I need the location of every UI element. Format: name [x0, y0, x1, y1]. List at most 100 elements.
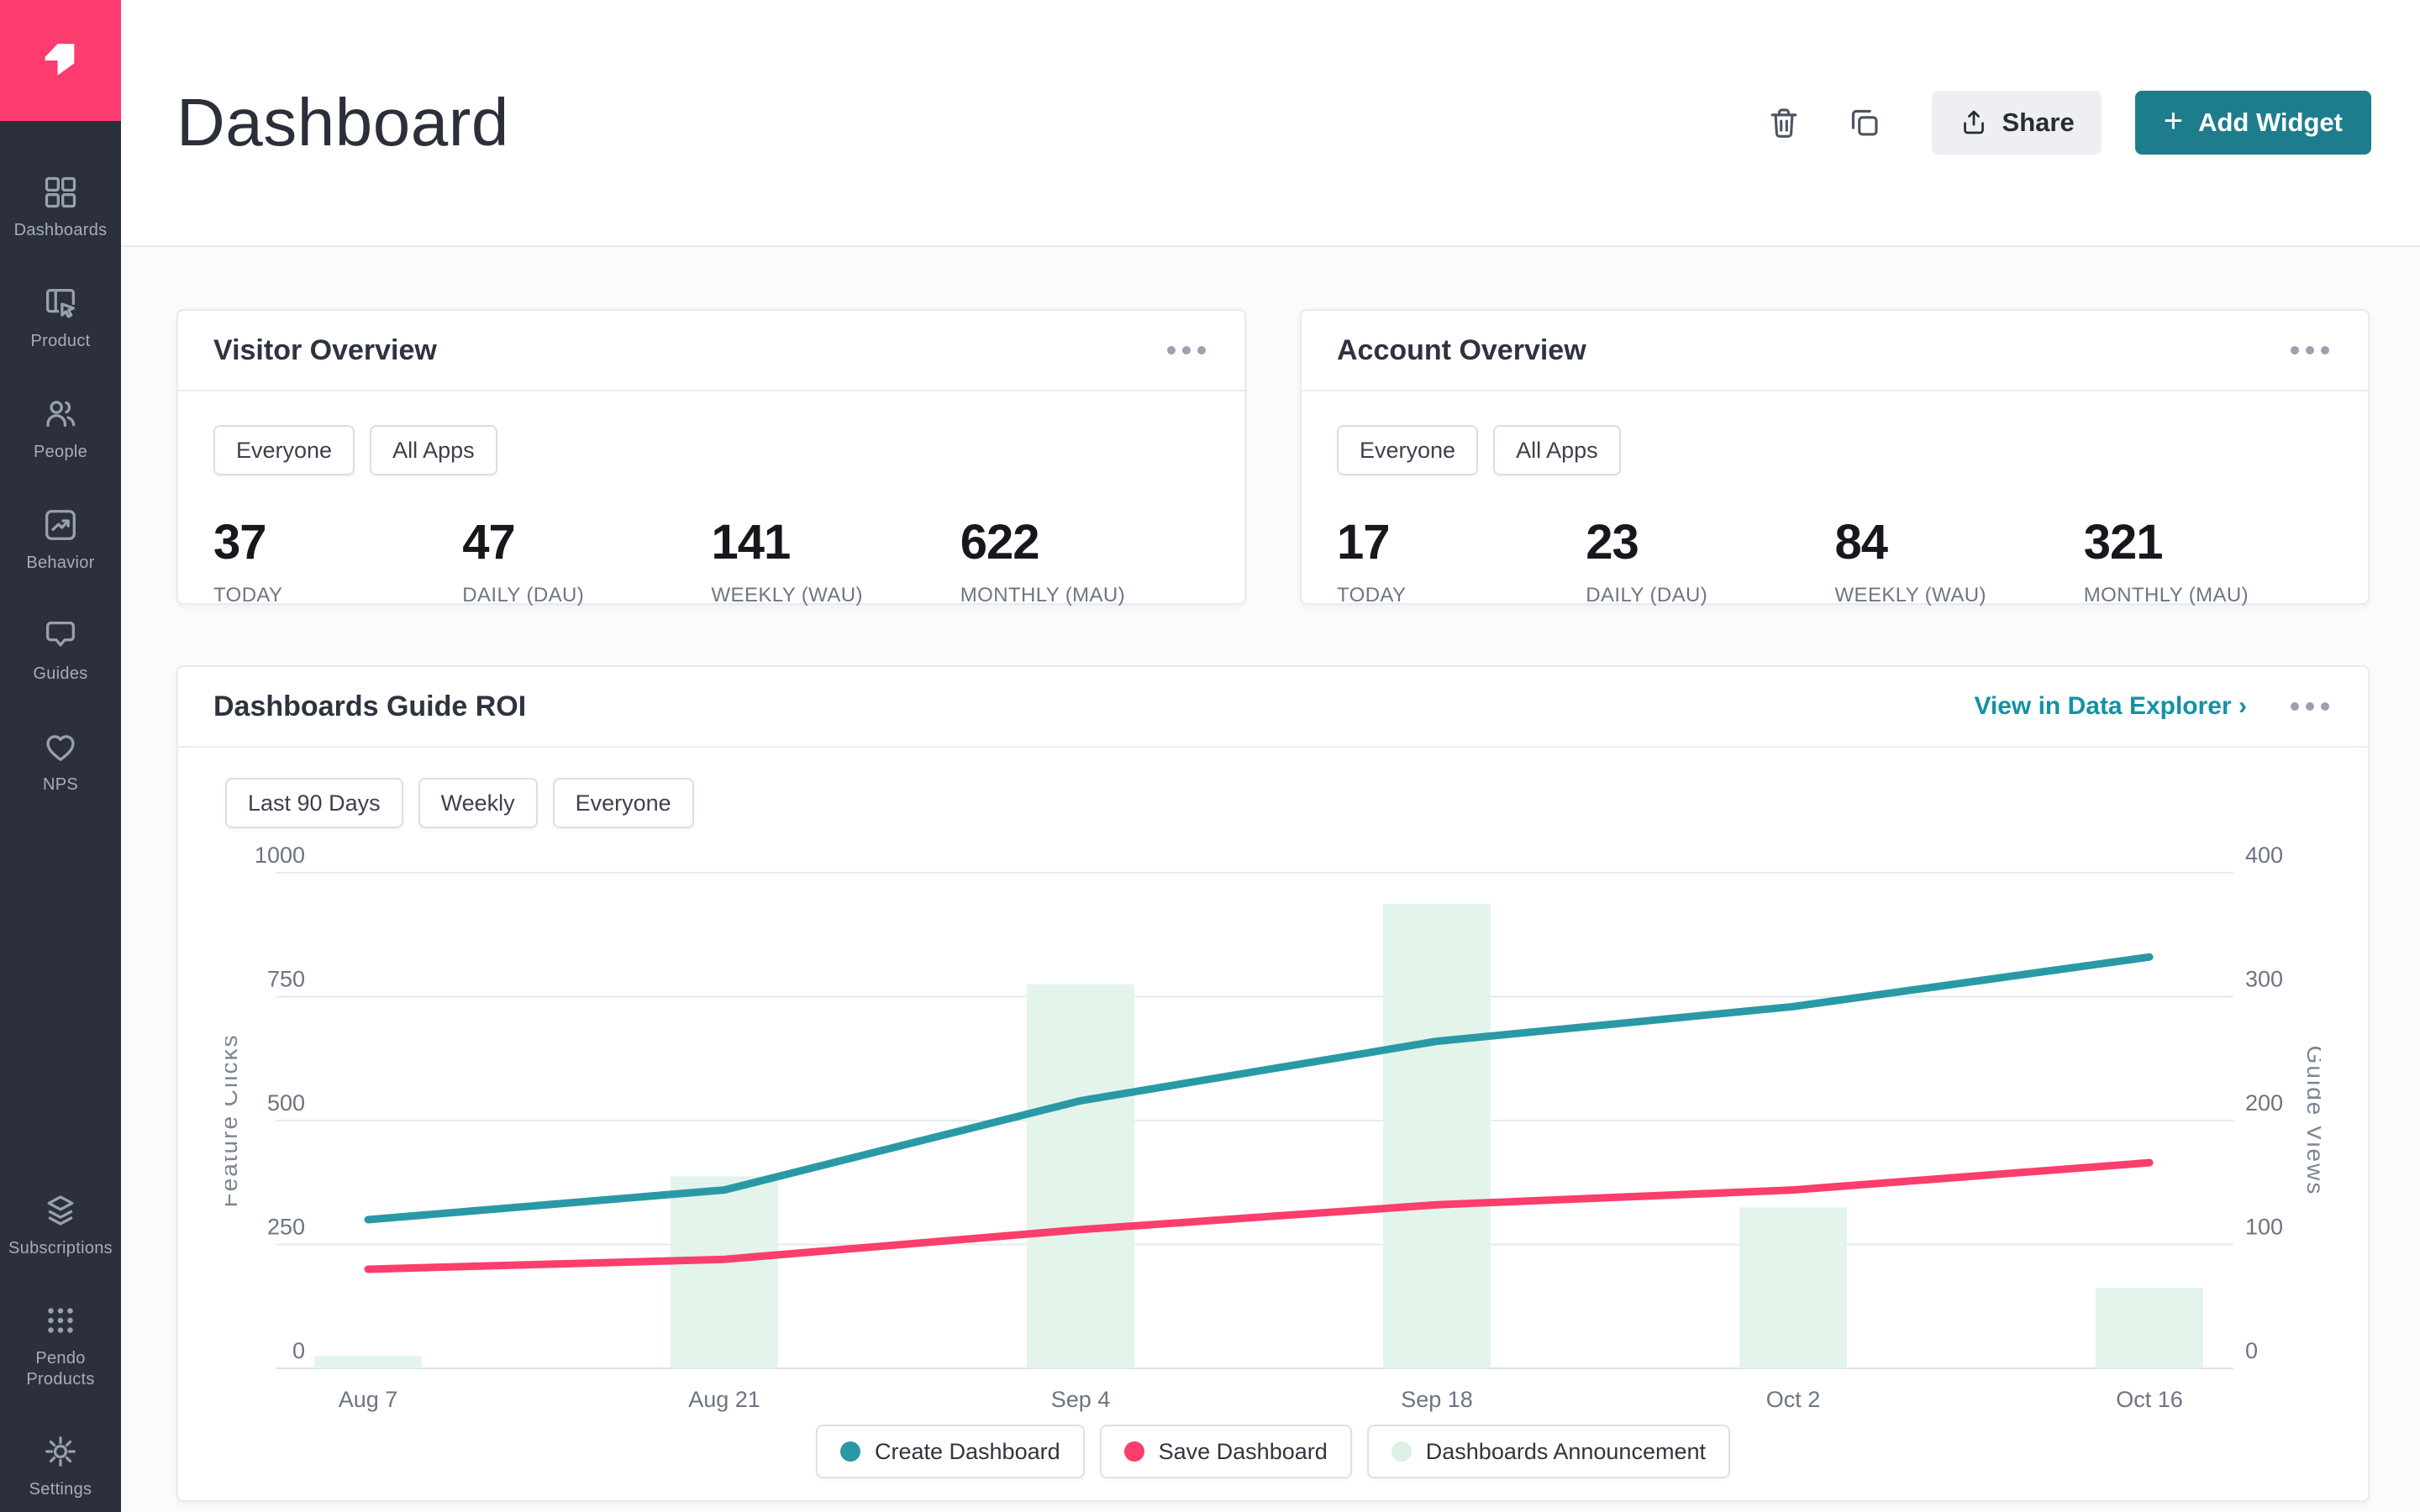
card-header: Visitor Overview: [178, 311, 1244, 391]
legend-color-dot: [840, 1441, 860, 1462]
card-menu-button[interactable]: [1164, 338, 1209, 363]
page-header: Dashboard: [121, 0, 2420, 247]
svg-text:Aug 7: Aug 7: [339, 1387, 398, 1412]
copy-icon: [1846, 104, 1883, 141]
legend-item[interactable]: Create Dashboard: [816, 1425, 1085, 1478]
sidebar: Dashboards Product People: [0, 0, 121, 1512]
segment-filter-chip[interactable]: Everyone: [553, 778, 694, 828]
chart-legend: Create Dashboard Save Dashboard Dashboards…: [225, 1425, 2321, 1478]
stat-value: 17: [1337, 514, 1586, 570]
svg-text:Sep 4: Sep 4: [1051, 1387, 1111, 1412]
stat-today: 17 TODAY: [1337, 514, 1586, 607]
sidebar-item-pendo-products[interactable]: Pendo Products: [2, 1301, 119, 1390]
duplicate-dashboard-button[interactable]: [1841, 99, 1888, 146]
stat-label: TODAY: [1337, 584, 1586, 607]
stat-value: 141: [712, 514, 960, 570]
date-range-filter-chip[interactable]: Last 90 Days: [225, 778, 403, 828]
filter-chips: Last 90 Days Weekly Everyone: [225, 778, 2321, 828]
right-axis-title: Guide Views: [2302, 1046, 2321, 1196]
visitor-overview-card: Visitor Overview Everyone All Apps 37 TO…: [176, 309, 1246, 605]
card-menu-button[interactable]: [2287, 694, 2333, 719]
overview-cards-row: Visitor Overview Everyone All Apps 37 TO…: [176, 309, 2370, 605]
card-title: Dashboards Guide ROI: [213, 690, 526, 723]
svg-text:300: 300: [2245, 967, 2283, 992]
sidebar-item-guides[interactable]: Guides: [2, 617, 119, 685]
legend-item[interactable]: Dashboards Announcement: [1367, 1425, 1730, 1478]
sidebar-item-label: Behavior: [26, 553, 94, 574]
ellipsis-icon: [2291, 346, 2299, 354]
svg-text:0: 0: [292, 1338, 305, 1363]
sidebar-item-settings[interactable]: Settings: [2, 1432, 119, 1500]
sidebar-nav-top: Dashboards Product People: [2, 173, 119, 795]
plus-icon: +: [2164, 104, 2183, 138]
stat-value: 84: [1835, 514, 2084, 570]
guides-bubble-icon: [41, 617, 80, 655]
legend-label: Create Dashboard: [875, 1439, 1060, 1465]
stat-value: 321: [2084, 514, 2333, 570]
stat-value: 37: [213, 514, 462, 570]
stat-value: 23: [1586, 514, 1834, 570]
ellipsis-icon: [1167, 346, 1176, 354]
sidebar-item-nps[interactable]: NPS: [2, 727, 119, 795]
sidebar-item-subscriptions[interactable]: Subscriptions: [2, 1191, 119, 1259]
sidebar-item-label: Product: [30, 331, 90, 352]
svg-text:100: 100: [2245, 1215, 2283, 1240]
apps-filter-chip[interactable]: All Apps: [1493, 425, 1621, 475]
pendo-flag-icon: [32, 32, 89, 89]
filter-chips: Everyone All Apps: [1337, 425, 2333, 475]
stats-row: 37 TODAY 47 DAILY (DAU) 141 WEEKLY (WAU): [213, 514, 1209, 607]
sidebar-item-people[interactable]: People: [2, 395, 119, 463]
segment-filter-chip[interactable]: Everyone: [213, 425, 355, 475]
sidebar-item-label: Pendo Products: [2, 1348, 119, 1390]
sidebar-nav-bottom: Subscriptions Pendo Products Settings: [2, 1191, 119, 1500]
stat-daily: 47 DAILY (DAU): [462, 514, 711, 607]
share-button[interactable]: Share: [1932, 91, 2102, 155]
legend-color-dot: [1392, 1441, 1412, 1462]
apps-filter-chip[interactable]: All Apps: [370, 425, 497, 475]
sidebar-item-label: Guides: [33, 664, 87, 685]
segment-filter-chip[interactable]: Everyone: [1337, 425, 1478, 475]
dashboards-grid-icon: [41, 173, 80, 212]
roi-combo-chart: 025050075010000100200300400Aug 7Aug 21Se…: [225, 835, 2321, 1423]
sidebar-item-product[interactable]: Product: [2, 284, 119, 352]
sidebar-item-label: Settings: [29, 1479, 92, 1500]
stat-monthly: 622 MONTHLY (MAU): [960, 514, 1209, 607]
stat-daily: 23 DAILY (DAU): [1586, 514, 1834, 607]
svg-text:Oct 2: Oct 2: [1766, 1387, 1821, 1412]
stat-weekly: 84 WEEKLY (WAU): [1835, 514, 2084, 607]
settings-gear-icon: [41, 1432, 80, 1471]
pendo-products-dots-icon: [41, 1301, 80, 1340]
svg-text:750: 750: [267, 967, 305, 992]
granularity-filter-chip[interactable]: Weekly: [418, 778, 538, 828]
view-in-data-explorer-link[interactable]: View in Data Explorer ›: [1974, 692, 2247, 721]
svg-text:250: 250: [267, 1215, 305, 1240]
page-title: Dashboard: [176, 84, 509, 161]
legend-item[interactable]: Save Dashboard: [1100, 1425, 1352, 1478]
stat-value: 47: [462, 514, 711, 570]
stat-label: WEEKLY (WAU): [1835, 584, 2084, 607]
svg-text:Aug 21: Aug 21: [688, 1387, 760, 1412]
dashboard-content: Visitor Overview Everyone All Apps 37 TO…: [121, 247, 2420, 1512]
pendo-logo[interactable]: [0, 0, 121, 121]
svg-text:200: 200: [2245, 1090, 2283, 1116]
left-axis-title: Feature Clicks: [225, 1034, 242, 1208]
svg-text:500: 500: [267, 1090, 305, 1116]
stat-label: DAILY (DAU): [462, 584, 711, 607]
stat-weekly: 141 WEEKLY (WAU): [712, 514, 960, 607]
svg-text:Oct 16: Oct 16: [2116, 1387, 2183, 1412]
card-menu-button[interactable]: [2287, 338, 2333, 363]
sidebar-item-behavior[interactable]: Behavior: [2, 506, 119, 574]
legend-label: Save Dashboard: [1159, 1439, 1328, 1465]
sidebar-item-label: Subscriptions: [8, 1238, 113, 1259]
card-body: Everyone All Apps 37 TODAY 47 DAILY (DAU…: [178, 391, 1244, 641]
delete-dashboard-button[interactable]: [1760, 99, 1807, 146]
sidebar-item-dashboards[interactable]: Dashboards: [2, 173, 119, 241]
share-upload-icon: [1959, 108, 1989, 138]
add-widget-button[interactable]: + Add Widget: [2135, 91, 2371, 155]
card-title: Account Overview: [1337, 334, 1586, 367]
stat-today: 37 TODAY: [213, 514, 462, 607]
legend-label: Dashboards Announcement: [1426, 1439, 1706, 1465]
svg-text:400: 400: [2245, 843, 2283, 868]
product-window-cursor-icon: [41, 284, 80, 323]
stat-label: DAILY (DAU): [1586, 584, 1834, 607]
